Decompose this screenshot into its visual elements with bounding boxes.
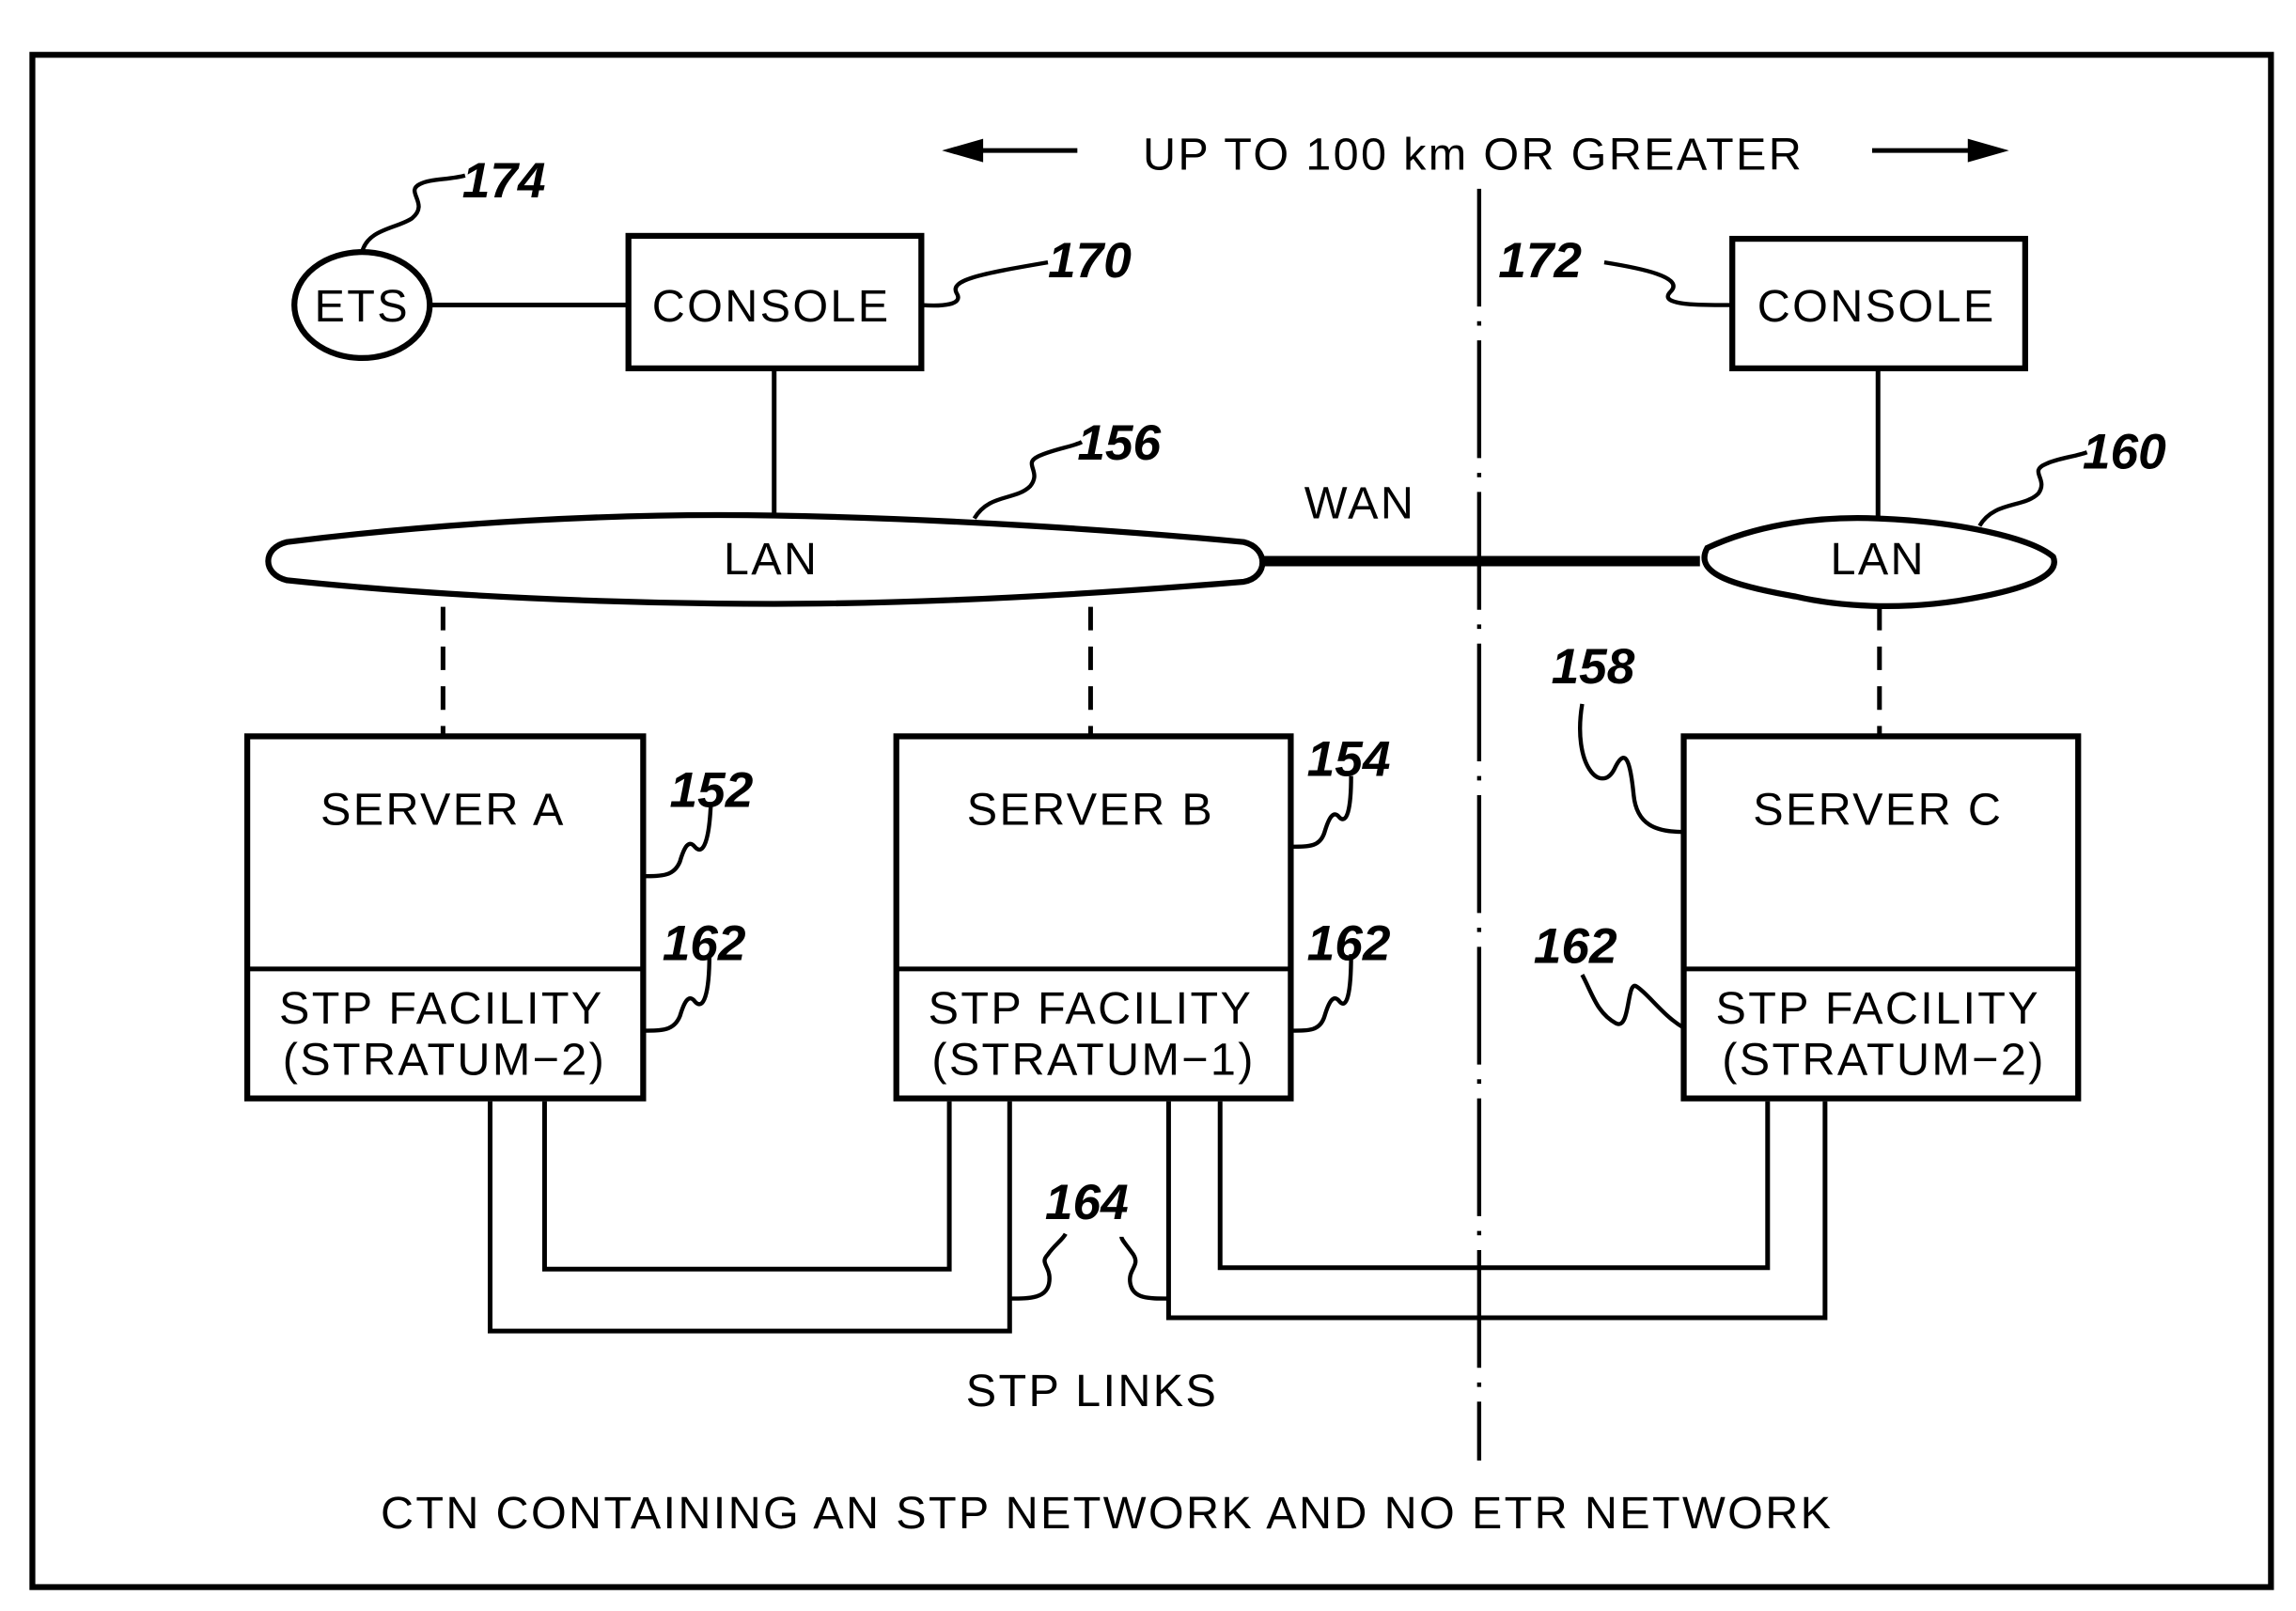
stp-links-ref-leader-left bbox=[1009, 1232, 1068, 1301]
figure-caption: CTN CONTAINING AN STP NETWORK AND NO ETR… bbox=[381, 1488, 1833, 1539]
distance-indicator: UP TO 100 km OR GREATER bbox=[942, 129, 2009, 180]
stp-link-a-b-outer bbox=[487, 1101, 1012, 1334]
server-a-label: SERVER A bbox=[320, 784, 566, 835]
ets-label: ETS bbox=[315, 281, 410, 332]
ets-ref: 174 bbox=[462, 153, 546, 209]
console-a-ref: 170 bbox=[1048, 233, 1132, 289]
server-b-label: SERVER B bbox=[967, 784, 1214, 835]
server-c-ref: 158 bbox=[1552, 639, 1635, 695]
stp-links-label: STP LINKS bbox=[966, 1366, 1218, 1416]
server-a-stp-line1: STP FACILITY bbox=[279, 983, 604, 1034]
server-a-ref: 152 bbox=[670, 763, 754, 819]
stp-links-ref-leader-right bbox=[1119, 1236, 1169, 1301]
lan-a-ref-leader bbox=[972, 440, 1084, 520]
console-c-ref-leader bbox=[1603, 259, 1733, 307]
stp-link-a-b-inner bbox=[541, 1101, 952, 1272]
server-c-stp-ref: 162 bbox=[1534, 919, 1617, 975]
console-c-label: CONSOLE bbox=[1757, 281, 1996, 332]
lan-c-ref: 160 bbox=[2083, 424, 2166, 479]
server-a: SERVER A STP FACILITY (STRATUM−2) bbox=[243, 733, 647, 1102]
server-b-ref: 154 bbox=[1307, 732, 1391, 788]
server-b-stp-line1: STP FACILITY bbox=[929, 983, 1254, 1034]
server-c: SERVER C STP FACILITY (STRATUM−2) bbox=[1680, 733, 2082, 1102]
server-c-stp-ref-leader bbox=[1580, 974, 1685, 1030]
server-c-stp-line1: STP FACILITY bbox=[1715, 983, 2040, 1034]
right-arrow-head bbox=[1967, 138, 2009, 163]
server-c-label: SERVER C bbox=[1753, 784, 2003, 835]
lan-a-label: LAN bbox=[724, 534, 819, 585]
server-c-ref-leader bbox=[1578, 703, 1684, 835]
ctn-diagram: UP TO 100 km OR GREATER ETS 174 CONSOLE … bbox=[29, 52, 2274, 1590]
distance-label: UP TO 100 km OR GREATER bbox=[1143, 129, 1804, 180]
lan-a-ref: 156 bbox=[1077, 415, 1161, 471]
ets-ref-leader bbox=[360, 173, 466, 253]
server-a-stp-ref: 162 bbox=[663, 915, 746, 971]
console-c-ref: 172 bbox=[1498, 233, 1582, 289]
wan-label: WAN bbox=[1304, 478, 1415, 529]
lan-c-ref-leader bbox=[1977, 450, 2088, 527]
lan-c-label: LAN bbox=[1831, 534, 1926, 585]
stp-links-ref: 164 bbox=[1045, 1175, 1129, 1230]
stp-link-b-c-inner bbox=[1217, 1101, 1771, 1271]
server-b-stp-line2: (STRATUM−1) bbox=[931, 1035, 1255, 1086]
console-a-label: CONSOLE bbox=[652, 281, 891, 332]
stp-link-b-c-outer bbox=[1165, 1101, 1828, 1321]
console-a-ref-leader bbox=[921, 259, 1049, 308]
left-arrow-head bbox=[942, 138, 984, 163]
server-b-stp-ref: 162 bbox=[1307, 915, 1391, 971]
server-c-stp-line2: (STRATUM−2) bbox=[1722, 1035, 2045, 1086]
server-b: SERVER B STP FACILITY (STRATUM−1) bbox=[893, 733, 1294, 1102]
server-a-stp-line2: (STRATUM−2) bbox=[283, 1035, 606, 1086]
